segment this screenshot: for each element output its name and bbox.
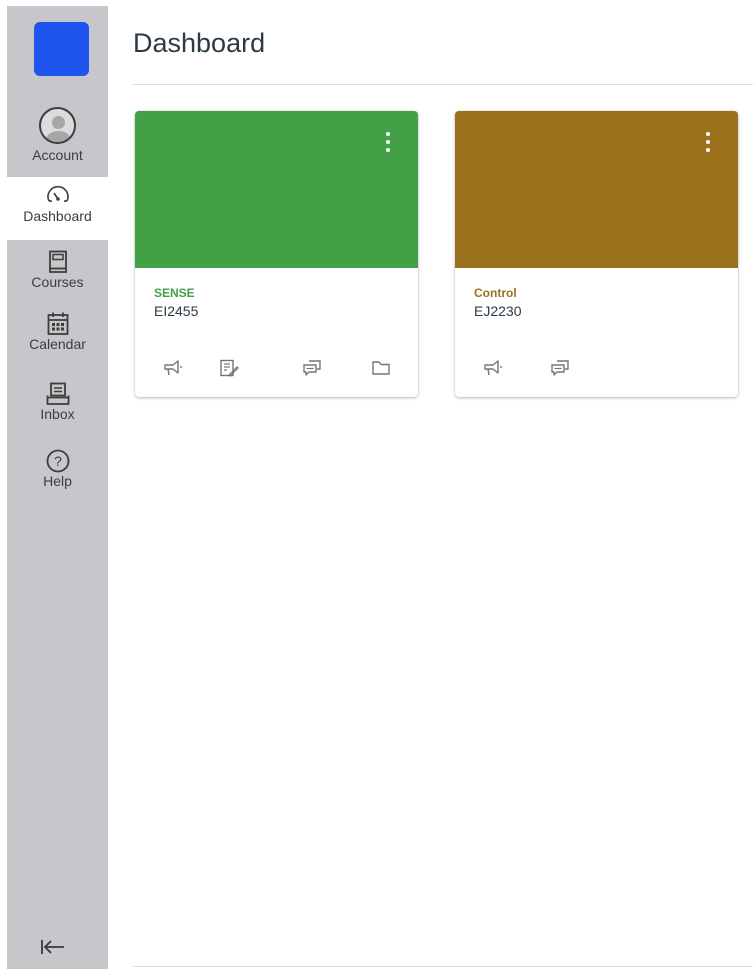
- course-card-options-button[interactable]: [382, 132, 394, 160]
- institution-logo[interactable]: [34, 22, 89, 76]
- page-title: Dashboard: [133, 28, 266, 58]
- course-card-options-button[interactable]: [702, 132, 714, 160]
- nav-item-inbox[interactable]: Inbox: [7, 382, 108, 437]
- course-card-code: EJ2230: [474, 303, 522, 319]
- courses-icon: [48, 250, 67, 273]
- discussions-button[interactable]: [299, 355, 325, 381]
- calendar-icon: [47, 312, 68, 335]
- course-card-header[interactable]: [455, 111, 738, 268]
- nav-item-courses[interactable]: Courses: [7, 250, 108, 302]
- files-button[interactable]: [368, 355, 394, 381]
- course-card: Control EJ2230: [455, 111, 738, 397]
- course-card-actions: [455, 355, 738, 381]
- course-card-name[interactable]: Control: [474, 286, 517, 300]
- course-card-name[interactable]: SENSE: [154, 286, 195, 300]
- dashboard-icon: [46, 185, 69, 202]
- global-navigation: Account Dashboard Courses Calendar Inbox…: [7, 6, 108, 969]
- inbox-icon: [46, 382, 69, 405]
- collapse-nav-button[interactable]: [35, 937, 71, 961]
- announcements-icon: [484, 360, 502, 376]
- nav-item-calendar[interactable]: Calendar: [7, 312, 108, 372]
- assignments-icon: [220, 359, 239, 377]
- discussions-icon: [551, 360, 569, 376]
- title-divider: [133, 84, 753, 85]
- nav-item-account[interactable]: Account: [7, 107, 108, 167]
- nav-item-dashboard[interactable]: Dashboard: [7, 177, 108, 240]
- more-vertical-icon: [702, 132, 714, 152]
- course-card-actions: [135, 355, 418, 381]
- nav-item-label: Account: [32, 147, 83, 163]
- announcements-button[interactable]: [480, 355, 506, 381]
- footer-divider: [133, 966, 753, 967]
- folder-icon: [372, 361, 390, 375]
- more-vertical-icon: [382, 132, 394, 152]
- announcements-button[interactable]: [160, 355, 186, 381]
- help-icon: ?: [46, 449, 69, 473]
- discussions-icon: [303, 360, 321, 376]
- nav-item-label: Calendar: [29, 336, 86, 352]
- course-card: SENSE EI2455: [135, 111, 418, 397]
- avatar: [39, 107, 76, 144]
- nav-item-help[interactable]: ? Help: [7, 449, 108, 504]
- announcements-icon: [164, 360, 182, 376]
- discussions-button[interactable]: [547, 355, 573, 381]
- course-card-header[interactable]: [135, 111, 418, 268]
- svg-text:?: ?: [54, 453, 62, 469]
- nav-item-label: Help: [43, 473, 72, 489]
- nav-item-label: Dashboard: [23, 208, 92, 224]
- course-card-code: EI2455: [154, 303, 199, 319]
- nav-item-label: Courses: [31, 274, 84, 290]
- collapse-nav-icon: [41, 940, 64, 954]
- nav-item-label: Inbox: [40, 406, 75, 422]
- assignments-button[interactable]: [216, 355, 242, 381]
